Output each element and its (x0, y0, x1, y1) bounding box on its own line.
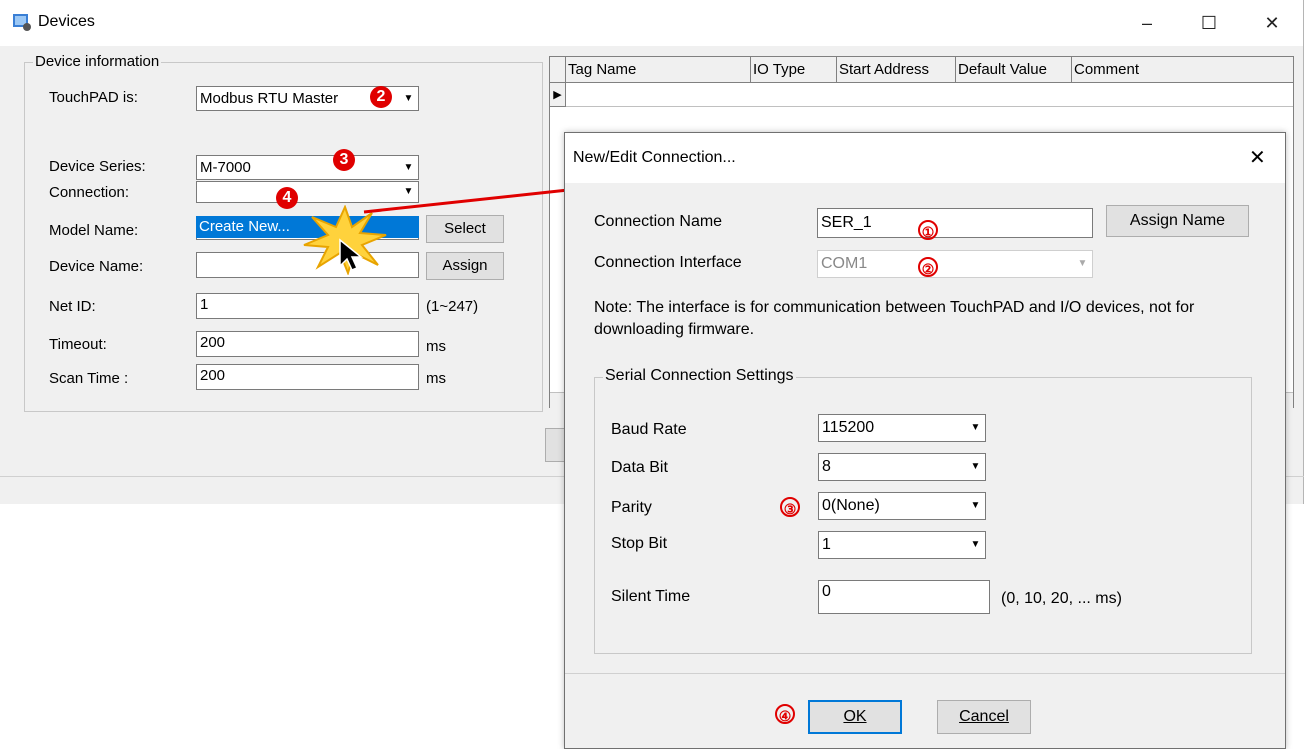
devices-app-icon (13, 14, 31, 31)
dialog-titlebar: New/Edit Connection... ✕ (565, 133, 1285, 183)
silent-label: Silent Time (611, 588, 691, 605)
baud-select[interactable]: 115200 ▼ (818, 414, 986, 442)
minimize-button[interactable]: – (1132, 10, 1162, 36)
mouse-cursor-icon (339, 238, 364, 271)
timeout-unit: ms (426, 338, 446, 355)
model-label: Model Name: (49, 222, 139, 239)
table-row[interactable] (566, 83, 1293, 107)
conn-iface-value: COM1 (821, 255, 868, 272)
conn-iface-select: COM1 ▼ (817, 250, 1093, 278)
scan-input[interactable]: 200 (196, 364, 419, 390)
assign-name-button[interactable]: Assign Name (1106, 205, 1249, 237)
stopbit-label: Stop Bit (611, 535, 668, 552)
dialog-title: New/Edit Connection... (573, 149, 736, 166)
netid-label: Net ID: (49, 298, 96, 315)
assign-button[interactable]: Assign (426, 252, 504, 280)
annotation-3-badge: ③ (780, 497, 800, 517)
scan-unit: ms (426, 370, 446, 387)
chevron-down-icon[interactable]: ▼ (400, 88, 417, 109)
device-name-label: Device Name: (49, 258, 144, 275)
chevron-down-icon[interactable]: ▼ (967, 416, 984, 440)
touchpad-value: Modbus RTU Master (200, 90, 339, 107)
step-3-badge: 3 (333, 149, 355, 171)
stopbit-select[interactable]: 1 ▼ (818, 531, 986, 559)
databit-value: 8 (822, 458, 831, 475)
timeout-label: Timeout: (49, 336, 107, 353)
serial-settings-legend: Serial Connection Settings (603, 367, 796, 385)
netid-range: (1~247) (426, 298, 479, 315)
stopbit-value: 1 (822, 536, 831, 553)
parity-label: Parity (611, 499, 652, 516)
touchpad-label: TouchPAD is: (49, 89, 138, 106)
conn-iface-label: Connection Interface (594, 254, 742, 271)
grid-corner (550, 57, 566, 83)
silent-hint: (0, 10, 20, ... ms) (1001, 590, 1122, 607)
parity-value: 0(None) (822, 497, 880, 514)
annotation-1-badge: ① (918, 220, 938, 240)
baud-label: Baud Rate (611, 421, 687, 438)
conn-name-label: Connection Name (594, 213, 723, 230)
chevron-down-icon[interactable]: ▼ (400, 157, 417, 178)
chevron-down-icon[interactable]: ▼ (967, 533, 984, 557)
ok-button[interactable]: OK (808, 700, 902, 734)
series-value: M-7000 (200, 159, 251, 176)
series-select[interactable]: M-7000 ▼ (196, 155, 419, 180)
chevron-down-icon: ▼ (1074, 252, 1091, 276)
grid-col-start-address[interactable]: Start Address (837, 57, 956, 83)
scan-label: Scan Time : (49, 370, 129, 387)
grid-col-comment[interactable]: Comment (1072, 57, 1293, 83)
grid-col-io-type[interactable]: IO Type (751, 57, 837, 83)
annotation-2-badge: ② (918, 257, 938, 277)
devices-titlebar: Devices – ☐ ✕ (0, 0, 1303, 46)
cancel-button[interactable]: Cancel (937, 700, 1031, 734)
grid-col-tag-name[interactable]: Tag Name (566, 57, 751, 83)
devices-title: Devices (38, 13, 95, 30)
connection-label: Connection: (49, 184, 130, 201)
dialog-close-button[interactable]: ✕ (1249, 145, 1266, 170)
close-button[interactable]: ✕ (1257, 10, 1287, 36)
databit-label: Data Bit (611, 459, 668, 476)
maximize-button[interactable]: ☐ (1194, 10, 1224, 36)
databit-select[interactable]: 8 ▼ (818, 453, 986, 481)
row-marker-icon: ▶ (550, 83, 566, 107)
step-4-badge: 4 (276, 187, 298, 209)
chevron-down-icon[interactable]: ▼ (967, 455, 984, 479)
silent-input[interactable]: 0 (818, 580, 990, 614)
annotation-4-badge: ④ (775, 704, 795, 724)
conn-name-input[interactable]: SER_1 (817, 208, 1093, 238)
device-info-legend: Device information (33, 53, 162, 70)
chevron-down-icon[interactable]: ▼ (967, 494, 984, 518)
netid-input[interactable]: 1 (196, 293, 419, 319)
grid-col-default-value[interactable]: Default Value (956, 57, 1072, 83)
series-label: Device Series: (49, 158, 146, 175)
parity-select[interactable]: 0(None) ▼ (818, 492, 986, 520)
interface-note: Note: The interface is for communication… (594, 299, 1195, 338)
timeout-input[interactable]: 200 (196, 331, 419, 357)
dialog-footer-divider (565, 673, 1285, 674)
step-2-badge: 2 (370, 86, 392, 108)
red-arrow-icon (363, 182, 580, 214)
baud-value: 115200 (822, 419, 875, 436)
